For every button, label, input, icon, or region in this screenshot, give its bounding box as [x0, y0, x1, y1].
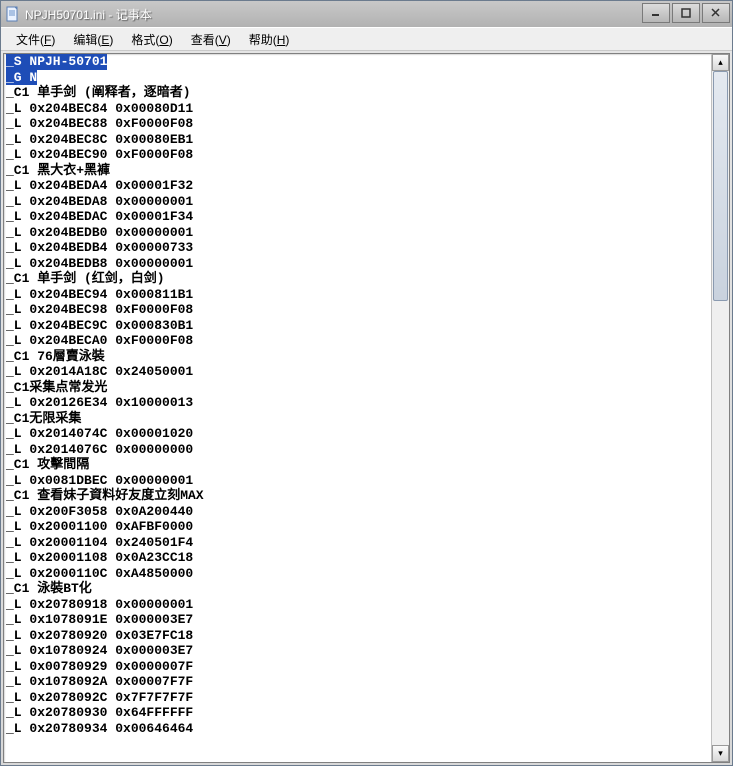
text-line: _L 0x00780929 0x0000007F [4, 659, 711, 675]
text-line: _C1 攻擊間隔 [4, 457, 711, 473]
text-line: _L 0x20780930 0x64FFFFFF [4, 705, 711, 721]
minimize-button[interactable] [642, 3, 670, 23]
text-line: _L 0x200F3058 0x0A200440 [4, 504, 711, 520]
text-line: _L 0x2014076C 0x00000000 [4, 442, 711, 458]
text-line: _L 0x20001104 0x240501F4 [4, 535, 711, 551]
text-line: _L 0x1078091E 0x000003E7 [4, 612, 711, 628]
text-line: _L 0x204BEDB8 0x00000001 [4, 256, 711, 272]
selected-text: _S NPJH-50701 [6, 54, 107, 70]
text-line: _L 0x1078092A 0x00007F7F [4, 674, 711, 690]
down-arrow-icon: ▾ [718, 748, 723, 759]
text-line: _C1 单手剑 (红剑，白剑) [4, 271, 711, 287]
text-line: _L 0x204BEDA4 0x00001F32 [4, 178, 711, 194]
text-line: _C1 查看妹子資料好友度立刻MAX [4, 488, 711, 504]
text-line: _L 0x2014A18C 0x24050001 [4, 364, 711, 380]
menu-file[interactable]: 文件(F) [7, 29, 64, 50]
text-line: _C1无限采集 [4, 411, 711, 427]
text-line: _L 0x204BEC88 0xF0000F08 [4, 116, 711, 132]
text-line: _L 0x204BEC9C 0x000830B1 [4, 318, 711, 334]
maximize-button[interactable] [672, 3, 700, 23]
scroll-up-button[interactable]: ▴ [712, 54, 729, 71]
text-line: _L 0x20001108 0x0A23CC18 [4, 550, 711, 566]
text-line: _L 0x204BEDB4 0x00000733 [4, 240, 711, 256]
scroll-track[interactable] [712, 71, 729, 745]
text-line: _C1采集点常发光 [4, 380, 711, 396]
text-line: _C1 76層賣泳裝 [4, 349, 711, 365]
up-arrow-icon: ▴ [718, 57, 723, 68]
text-line: _L 0x20126E34 0x10000013 [4, 395, 711, 411]
text-line: _L 0x204BEDAC 0x00001F34 [4, 209, 711, 225]
menu-format[interactable]: 格式(O) [122, 29, 181, 50]
client-area: _S NPJH-50701_G N_C1 单手剑 (阐释者，逐暗者)_L 0x2… [3, 53, 730, 763]
close-button[interactable] [702, 3, 730, 23]
text-line: _L 0x20780918 0x00000001 [4, 597, 711, 613]
text-line: _L 0x2078092C 0x7F7F7F7F [4, 690, 711, 706]
text-line: _L 0x204BEC98 0xF0000F08 [4, 302, 711, 318]
app-icon [5, 6, 21, 22]
window-controls [640, 3, 730, 23]
text-line: _L 0x10780924 0x000003E7 [4, 643, 711, 659]
scroll-down-button[interactable]: ▾ [712, 745, 729, 762]
scroll-thumb[interactable] [713, 71, 728, 301]
text-line: _L 0x20001100 0xAFBF0000 [4, 519, 711, 535]
text-line: _L 0x2014074C 0x00001020 [4, 426, 711, 442]
text-line: _L 0x2000110C 0xA4850000 [4, 566, 711, 582]
text-line: _G N [4, 70, 711, 86]
text-line: _L 0x0081DBEC 0x00000001 [4, 473, 711, 489]
text-content[interactable]: _S NPJH-50701_G N_C1 单手剑 (阐释者，逐暗者)_L 0x2… [4, 54, 711, 762]
text-line: _L 0x204BEC90 0xF0000F08 [4, 147, 711, 163]
text-line: _L 0x204BECA0 0xF0000F08 [4, 333, 711, 349]
text-line: _S NPJH-50701 [4, 54, 711, 70]
text-line: _L 0x204BEDB0 0x00000001 [4, 225, 711, 241]
text-line: _L 0x204BEDA8 0x00000001 [4, 194, 711, 210]
text-line: _L 0x204BEC84 0x00080D11 [4, 101, 711, 117]
text-line: _L 0x20780920 0x03E7FC18 [4, 628, 711, 644]
text-line: _L 0x20780934 0x00646464 [4, 721, 711, 737]
menu-view[interactable]: 查看(V) [182, 29, 240, 50]
menu-edit[interactable]: 编辑(E) [64, 29, 122, 50]
text-line: _L 0x204BEC8C 0x00080EB1 [4, 132, 711, 148]
text-line: _C1 黑大衣+黑褲 [4, 163, 711, 179]
text-line: _C1 单手剑 (阐释者，逐暗者) [4, 85, 711, 101]
title-bar: NPJH50701.ini - 记事本 [1, 1, 732, 27]
selected-text: _G N [6, 70, 37, 86]
text-line: _C1 泳裝BT化 [4, 581, 711, 597]
menu-bar: 文件(F) 编辑(E) 格式(O) 查看(V) 帮助(H) [1, 27, 732, 51]
menu-help[interactable]: 帮助(H) [240, 29, 299, 50]
text-line: _L 0x204BEC94 0x000811B1 [4, 287, 711, 303]
window-title: NPJH50701.ini - 记事本 [25, 6, 152, 23]
window: NPJH50701.ini - 记事本 文件(F) 编辑(E) 格式(O) 查看… [0, 0, 733, 766]
vertical-scrollbar: ▴ ▾ [711, 54, 729, 762]
